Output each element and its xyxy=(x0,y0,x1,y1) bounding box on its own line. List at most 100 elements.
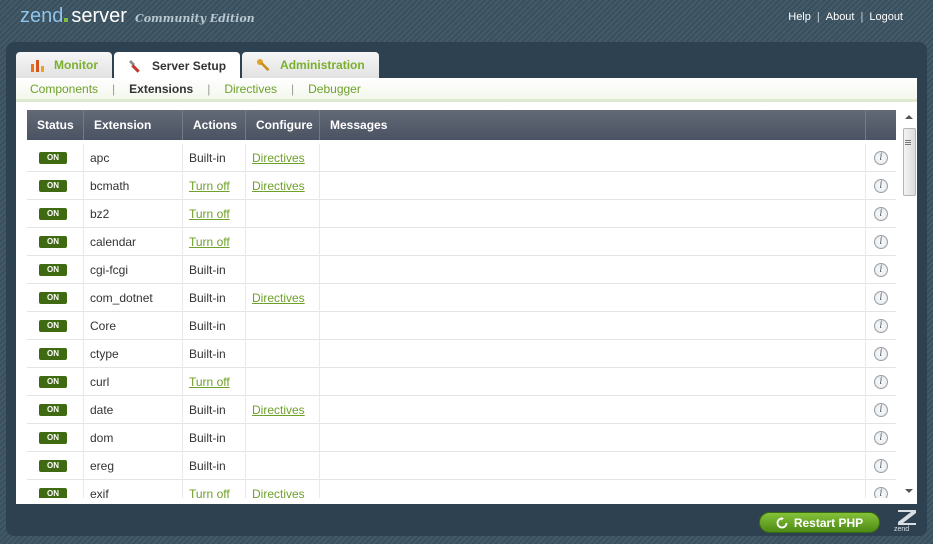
tab-monitor-label: Monitor xyxy=(54,58,98,72)
info-cell: i xyxy=(866,284,896,312)
status-on-toggle[interactable]: ON xyxy=(39,459,67,472)
info-icon[interactable]: i xyxy=(874,178,888,193)
configure-cell: Directives xyxy=(246,395,320,424)
info-cell: i xyxy=(866,396,896,424)
turn-off-link[interactable]: Turn off xyxy=(189,235,230,249)
info-icon[interactable]: i xyxy=(874,346,888,361)
status-on-toggle[interactable]: ON xyxy=(39,347,67,360)
link-separator: | xyxy=(860,11,864,23)
status-on-toggle[interactable]: ON xyxy=(39,291,67,304)
directives-link[interactable]: Directives xyxy=(252,179,305,193)
info-icon[interactable]: i xyxy=(874,486,888,498)
column-header-actions[interactable]: Actions xyxy=(183,110,246,140)
messages-cell xyxy=(320,283,866,312)
tab-server-setup[interactable]: Server Setup xyxy=(114,52,241,79)
extension-name: ctype xyxy=(84,339,183,368)
turn-off-link[interactable]: Turn off xyxy=(189,375,230,389)
info-icon[interactable]: i xyxy=(874,402,888,417)
table-row: ON Core Built-in i xyxy=(27,311,896,340)
scroll-down-arrow-icon[interactable] xyxy=(905,489,913,493)
directives-link[interactable]: Directives xyxy=(252,487,305,499)
about-link[interactable]: About xyxy=(826,11,855,23)
extension-name: dom xyxy=(84,423,183,452)
scrollbar-thumb[interactable] xyxy=(903,128,916,196)
status-on-toggle[interactable]: ON xyxy=(39,319,67,332)
status-on-toggle[interactable]: ON xyxy=(39,487,67,498)
extension-name: bz2 xyxy=(84,199,183,228)
subnav-extensions[interactable]: Extensions xyxy=(129,82,193,96)
info-icon[interactable]: i xyxy=(874,150,888,165)
turn-off-link[interactable]: Turn off xyxy=(189,207,230,221)
column-header-messages[interactable]: Messages xyxy=(320,110,866,140)
subnav-separator: | xyxy=(291,81,295,96)
status-on-toggle[interactable]: ON xyxy=(39,263,67,276)
help-link[interactable]: Help xyxy=(788,11,811,23)
scroll-up-arrow-icon[interactable] xyxy=(905,115,913,119)
info-icon[interactable]: i xyxy=(874,374,888,389)
info-icon[interactable]: i xyxy=(874,318,888,333)
status-on-toggle[interactable]: ON xyxy=(39,375,67,388)
extension-name: bcmath xyxy=(84,171,183,200)
info-cell: i xyxy=(866,312,896,340)
tab-administration[interactable]: Administration xyxy=(242,52,379,78)
table-row: ON curl Turn off i xyxy=(27,367,896,396)
table-row: ON bz2 Turn off i xyxy=(27,199,896,228)
info-icon[interactable]: i xyxy=(874,206,888,221)
grid-scrollbar[interactable] xyxy=(902,110,916,498)
built-in-label: Built-in xyxy=(189,430,226,445)
messages-cell xyxy=(320,395,866,424)
messages-cell xyxy=(320,479,866,498)
column-header-configure[interactable]: Configure xyxy=(246,110,320,140)
status-on-toggle[interactable]: ON xyxy=(39,151,67,164)
status-on-toggle[interactable]: ON xyxy=(39,403,67,416)
column-header-status[interactable]: Status xyxy=(27,110,84,140)
actions-cell: Built-in xyxy=(183,395,246,424)
status-cell: ON xyxy=(27,227,84,256)
configure-cell: Directives xyxy=(246,479,320,499)
directives-link[interactable]: Directives xyxy=(252,151,305,165)
status-on-toggle[interactable]: ON xyxy=(39,235,67,248)
subnav-debugger[interactable]: Debugger xyxy=(308,82,361,96)
subnav-components[interactable]: Components xyxy=(30,82,98,96)
subnav-directives[interactable]: Directives xyxy=(224,82,277,96)
logo-server-text: server xyxy=(71,5,127,27)
status-cell: ON xyxy=(27,367,84,396)
configure-cell xyxy=(246,423,320,452)
extension-name: calendar xyxy=(84,227,183,256)
logo-dot xyxy=(64,18,69,22)
tab-monitor[interactable]: Monitor xyxy=(16,52,112,78)
configure-cell: Directives xyxy=(246,143,320,172)
logout-link[interactable]: Logout xyxy=(869,11,903,23)
restart-php-button[interactable]: Restart PHP xyxy=(759,512,880,533)
info-icon[interactable]: i xyxy=(874,430,888,445)
link-separator: | xyxy=(816,11,820,23)
actions-cell: Built-in xyxy=(183,255,246,284)
status-on-toggle[interactable]: ON xyxy=(39,207,67,220)
configure-cell xyxy=(246,339,320,368)
status-cell: ON xyxy=(27,451,84,480)
logo-edition-text: Community Edition xyxy=(134,12,255,25)
info-icon[interactable]: i xyxy=(874,290,888,305)
directives-link[interactable]: Directives xyxy=(252,403,305,417)
table-row: ON bcmath Turn off Directives i xyxy=(27,171,896,200)
top-links: Help | About | Logout xyxy=(788,11,903,23)
sub-navigation: Components | Extensions | Directives | D… xyxy=(16,78,917,102)
info-icon[interactable]: i xyxy=(874,458,888,473)
table-row: ON ereg Built-in i xyxy=(27,451,896,480)
zend-server-logo: zend server Community Edition xyxy=(20,5,255,29)
status-on-toggle[interactable]: ON xyxy=(39,431,67,444)
configure-cell: Directives xyxy=(246,283,320,312)
info-icon[interactable]: i xyxy=(874,262,888,277)
turn-off-link[interactable]: Turn off xyxy=(189,179,230,193)
turn-off-link[interactable]: Turn off xyxy=(189,487,230,499)
status-cell: ON xyxy=(27,255,84,284)
directives-link[interactable]: Directives xyxy=(252,291,305,305)
configure-cell xyxy=(246,367,320,396)
status-on-toggle[interactable]: ON xyxy=(39,179,67,192)
tab-administration-label: Administration xyxy=(280,58,365,72)
messages-cell xyxy=(320,367,866,396)
column-header-extension[interactable]: Extension xyxy=(84,110,183,140)
info-icon[interactable]: i xyxy=(874,234,888,249)
table-row: ON com_dotnet Built-in Directives i xyxy=(27,283,896,312)
restart-icon xyxy=(776,516,788,528)
